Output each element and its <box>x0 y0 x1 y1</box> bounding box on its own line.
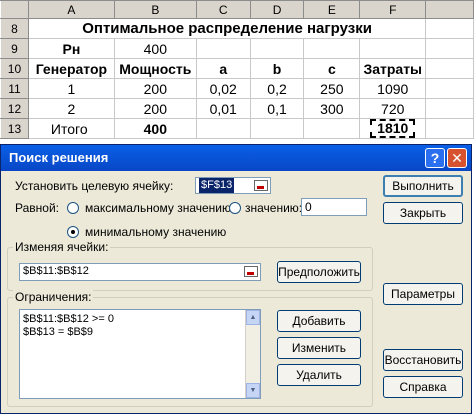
cell-a13[interactable]: Итого <box>27 118 115 139</box>
sheet-row-8: 8 Оптимальное распределение нагрузки <box>0 18 474 39</box>
target-cell-label: Установить целевую ячейку: <box>15 179 174 193</box>
column-header-b[interactable]: B <box>113 0 197 19</box>
radio-max[interactable] <box>67 202 79 214</box>
cell-a10[interactable]: Генератор <box>27 58 115 79</box>
scroll-up-arrow-icon[interactable]: ▲ <box>246 310 260 325</box>
column-header-c[interactable]: C <box>195 0 251 19</box>
cell-d10[interactable]: b <box>249 58 305 79</box>
constraint-item[interactable]: $B$13 = $B$9 <box>20 326 260 339</box>
cell-f9[interactable] <box>359 38 427 59</box>
cell-f13-active[interactable]: 1810 <box>359 118 427 139</box>
cell-a11[interactable]: 1 <box>27 78 115 99</box>
column-header-f[interactable]: F <box>359 0 427 19</box>
cell-c13[interactable] <box>195 118 251 139</box>
close-button[interactable]: Закрыть <box>383 202 463 224</box>
cell[interactable] <box>425 38 474 59</box>
cell-c12[interactable]: 0,01 <box>195 98 251 119</box>
close-title-button[interactable]: ✕ <box>447 148 467 168</box>
delete-constraint-button[interactable]: Удалить <box>277 364 361 386</box>
target-cell-value: $F$13 <box>199 178 235 193</box>
cell-e13[interactable] <box>303 118 361 139</box>
radio-min[interactable] <box>67 226 79 238</box>
scroll-down-arrow-icon[interactable]: ▼ <box>246 383 260 398</box>
row-header-10[interactable]: 10 <box>0 58 29 79</box>
cell[interactable] <box>425 98 474 119</box>
equal-to-label: Равной: <box>15 201 59 215</box>
cell-a12[interactable]: 2 <box>27 98 115 119</box>
dialog-titlebar[interactable]: Поиск решения ? ✕ <box>1 145 471 171</box>
cell-f12[interactable]: 720 <box>359 98 427 119</box>
cell-d9[interactable] <box>249 38 305 59</box>
cell-b9[interactable]: 400 <box>113 38 197 59</box>
sheet-row-13: 13 Итого 400 1810 <box>0 118 474 139</box>
table-title-cell[interactable]: Оптимальное распределение нагрузки <box>27 18 427 39</box>
help-button[interactable]: Справка <box>383 376 463 398</box>
cell[interactable] <box>425 18 474 39</box>
constraints-list[interactable]: $B$11:$B$12 >= 0 $B$13 = $B$9 ▲ ▼ <box>19 309 261 399</box>
constraints-scrollbar[interactable]: ▲ ▼ <box>245 310 260 398</box>
cell-d11[interactable]: 0,2 <box>249 78 305 99</box>
sheet-row-12: 12 2 200 0,01 0,1 300 720 <box>0 98 474 119</box>
radio-value[interactable] <box>229 202 241 214</box>
radio-max-label[interactable]: максимальному значению <box>85 201 231 215</box>
column-header-row: A B C D E F <box>0 0 474 19</box>
row-header-13[interactable]: 13 <box>0 118 29 139</box>
solve-button[interactable]: Выполнить <box>383 175 463 197</box>
column-header-d[interactable]: D <box>249 0 305 19</box>
cell-b10[interactable]: Мощность <box>113 58 197 79</box>
value-input[interactable]: 0 <box>301 198 367 216</box>
cell-a9[interactable]: Рн <box>27 38 115 59</box>
row-header-9[interactable]: 9 <box>0 38 29 59</box>
collapse-dialog-icon[interactable] <box>254 180 268 191</box>
constraint-item[interactable]: $B$11:$B$12 >= 0 <box>20 313 260 326</box>
cell-e11[interactable]: 250 <box>303 78 361 99</box>
cell-f10[interactable]: Затраты <box>359 58 427 79</box>
radio-value-label[interactable]: значению: <box>245 201 302 215</box>
dialog-title: Поиск решения <box>9 150 109 165</box>
cell-e9[interactable] <box>303 38 361 59</box>
row-header-12[interactable]: 12 <box>0 98 29 119</box>
cell-e10[interactable]: c <box>303 58 361 79</box>
cell-d12[interactable]: 0,1 <box>249 98 305 119</box>
cell-e12[interactable]: 300 <box>303 98 361 119</box>
cell[interactable] <box>425 58 474 79</box>
cell-b13[interactable]: 400 <box>113 118 197 139</box>
column-header-blank <box>425 0 474 19</box>
radio-min-label[interactable]: минимальному значению <box>85 225 226 239</box>
solver-dialog: Поиск решения ? ✕ Установить целевую яче… <box>0 144 472 414</box>
row-header-11[interactable]: 11 <box>0 78 29 99</box>
cell[interactable] <box>425 78 474 99</box>
select-all-corner[interactable] <box>0 0 29 19</box>
cell-d13[interactable] <box>249 118 305 139</box>
reset-all-button[interactable]: Восстановить <box>383 349 463 371</box>
help-title-button[interactable]: ? <box>425 148 445 168</box>
changing-cells-label: Изменяя ячейки: <box>13 240 111 254</box>
constraints-label: Ограничения: <box>13 290 94 304</box>
column-header-a[interactable]: A <box>27 0 115 19</box>
spreadsheet-grid: A B C D E F 8 Оптимальное распределение … <box>0 0 474 150</box>
cell-c10[interactable]: a <box>195 58 251 79</box>
target-cell-marquee: 1810 <box>370 119 416 138</box>
cell[interactable] <box>425 118 474 139</box>
changing-cells-value: $B$11:$B$12 <box>23 265 89 277</box>
changing-cells-field[interactable]: $B$11:$B$12 <box>19 263 261 281</box>
row-header-8[interactable]: 8 <box>0 18 29 39</box>
column-header-e[interactable]: E <box>303 0 361 19</box>
cell-c9[interactable] <box>195 38 251 59</box>
sheet-row-9: 9 Рн 400 <box>0 38 474 59</box>
guess-button[interactable]: Предположить <box>277 261 361 283</box>
collapse-dialog-icon[interactable] <box>244 266 258 277</box>
sheet-row-10: 10 Генератор Мощность a b c Затраты <box>0 58 474 79</box>
target-cell-field[interactable]: $F$13 <box>195 177 271 194</box>
options-button[interactable]: Параметры <box>383 283 463 305</box>
cell-c11[interactable]: 0,02 <box>195 78 251 99</box>
cell-b11[interactable]: 200 <box>113 78 197 99</box>
change-constraint-button[interactable]: Изменить <box>277 337 361 359</box>
cell-f11[interactable]: 1090 <box>359 78 427 99</box>
cell-b12[interactable]: 200 <box>113 98 197 119</box>
sheet-row-11: 11 1 200 0,02 0,2 250 1090 <box>0 78 474 99</box>
add-constraint-button[interactable]: Добавить <box>277 310 361 332</box>
